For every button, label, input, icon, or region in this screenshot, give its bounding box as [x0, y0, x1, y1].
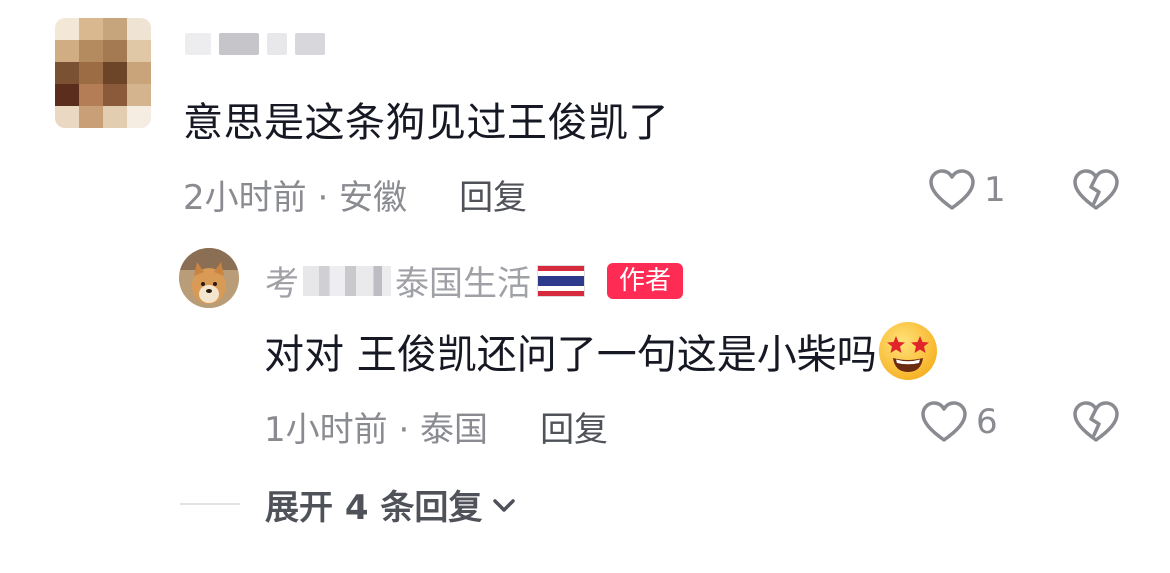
reply-like-button[interactable]: 6 — [920, 400, 998, 444]
author-name-prefix[interactable]: 考 — [265, 256, 299, 305]
expand-replies-label: 展开 4 条回复 — [265, 488, 483, 528]
commenter-name-redacted[interactable] — [185, 30, 325, 58]
expand-divider — [180, 503, 240, 505]
author-avatar[interactable] — [179, 248, 239, 308]
comment-reply-button[interactable]: 回复 — [459, 170, 527, 219]
commenter-avatar[interactable] — [55, 18, 151, 128]
author-name-redacted — [303, 265, 391, 296]
reply-text: 对对 王俊凯还问了一句这是小柴吗 — [264, 322, 937, 380]
heart-outline-icon — [929, 169, 975, 210]
comment-time-location: 2小时前 · 安徽 — [183, 178, 408, 218]
reply-text-content: 对对 王俊凯还问了一句这是小柴吗 — [264, 332, 877, 378]
heart-outline-icon — [921, 401, 967, 442]
comment-text: 意思是这条狗见过王俊凯了 — [183, 100, 669, 146]
reply-time-location: 1小时前 · 泰国 — [264, 410, 489, 450]
comment-like-button[interactable]: 1 — [928, 168, 1006, 212]
thailand-flag-icon — [537, 264, 585, 297]
author-name-suffix[interactable]: 泰国生活 — [395, 256, 531, 305]
comment-dislike-button[interactable] — [1072, 168, 1120, 212]
chevron-down-icon — [493, 498, 516, 512]
comment-like-count: 1 — [984, 170, 1006, 210]
reply-like-count: 6 — [976, 402, 998, 442]
reply-dislike-button[interactable] — [1072, 400, 1120, 444]
reply-reply-button[interactable]: 回复 — [540, 402, 608, 451]
shiba-avatar-icon — [179, 248, 239, 308]
author-line: 考 泰国生活 作者 — [265, 256, 684, 305]
expand-replies-button[interactable]: 展开 4 条回复 — [265, 480, 518, 529]
comment-meta: 2小时前 · 安徽 回复 — [183, 170, 527, 219]
star-struck-emoji-icon — [878, 322, 937, 380]
broken-heart-icon — [1073, 169, 1119, 210]
broken-heart-icon — [1073, 401, 1119, 442]
author-badge: 作者 — [607, 262, 684, 299]
reply-meta: 1小时前 · 泰国 回复 — [264, 402, 608, 451]
